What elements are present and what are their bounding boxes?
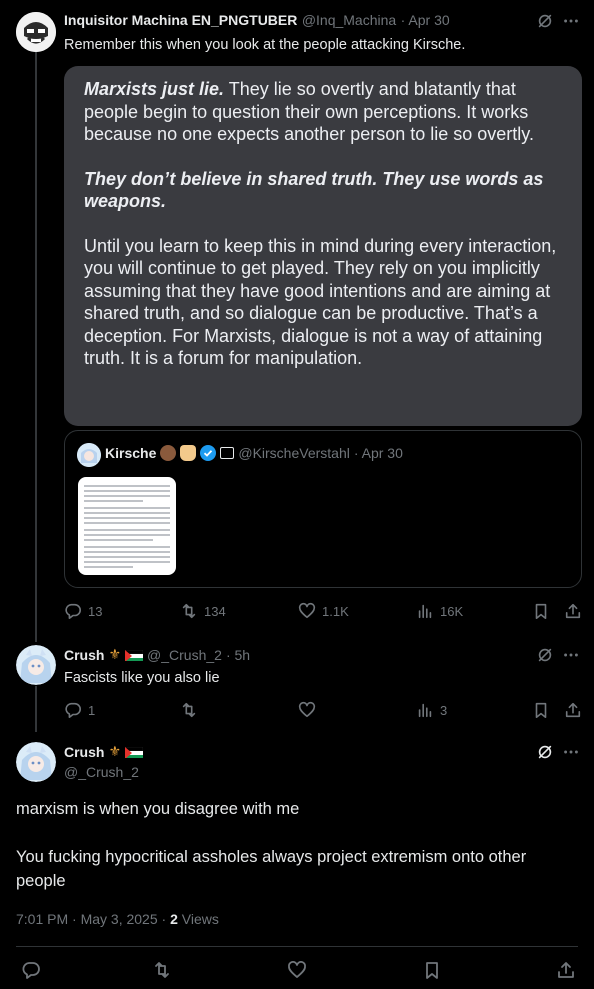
repost-icon [182,702,196,718]
views-icon [418,703,432,718]
avatar[interactable] [16,12,56,52]
repost-icon [182,603,196,619]
author-name[interactable]: Inquisitor Machina EN_PNGTUBER [64,12,297,28]
share-button[interactable] [564,701,582,724]
views-count: 2 [170,911,178,927]
quoted-avatar [77,443,101,467]
share-button[interactable] [556,960,576,985]
reply-button[interactable] [21,960,41,985]
affiliate-badge-icon [220,447,235,459]
repost-icon [155,962,169,978]
repost-button[interactable]: 134 [180,602,226,620]
views-button[interactable]: 16K [416,602,463,620]
image-text: Marxists just lie. They lie so overtly a… [84,78,574,370]
rebel-alliance-emoji: ⚜ [108,743,122,759]
cupcake-emoji [180,445,197,461]
reply-button[interactable]: 1 [64,701,95,719]
tweet-text: Remember this when you look at the peopl… [64,37,466,53]
coconut-emoji [160,445,177,461]
share-icon [565,702,581,718]
divider [16,946,578,947]
reply-icon [65,603,81,620]
views-button[interactable]: 3 [416,701,447,719]
tweet-meta: 7:01 PM · May 3, 2025 · 2 Views [16,911,219,927]
bookmark-icon [535,603,547,620]
tweet-date[interactable]: · Apr 30 [401,12,450,28]
main-tweet-text: marxism is when you disagree with me You… [16,797,578,893]
image-paragraph-3: Until you learn to keep this in mind dur… [84,235,557,369]
bookmark-button[interactable] [532,602,550,625]
tweet-timestamp[interactable]: 7:01 PM · May 3, 2025 · [16,911,170,927]
repost-button[interactable] [152,960,172,985]
reply-count: 13 [88,603,103,619]
tweet-image[interactable]: Marxists just lie. They lie so overtly a… [64,66,582,426]
quoted-author-name: Kirsche [105,445,157,461]
bookmark-button[interactable] [422,960,442,985]
palestine-flag-emoji [125,649,144,661]
more-icon[interactable] [562,743,580,766]
more-icon[interactable] [562,646,580,669]
author-handle[interactable]: @_Crush_2 [147,647,222,663]
grok-icon[interactable] [536,743,554,766]
share-icon [558,962,574,978]
repost-button[interactable] [180,701,198,719]
views-count: 16K [440,603,464,619]
thread-line [35,52,37,642]
rebel-alliance-emoji: ⚜ [108,646,122,662]
thread-line [35,686,37,732]
reply-icon [22,962,40,979]
share-button[interactable] [564,602,582,625]
like-icon [288,961,306,978]
quoted-document-thumbnail [78,477,176,575]
repost-count: 134 [204,603,226,619]
views-label: Views [177,911,219,927]
bookmark-icon [535,702,547,719]
image-paragraph-2: They don’t believe in shared truth. They… [84,168,544,212]
bookmark-button[interactable] [532,701,550,724]
image-paragraph-1-bold: Marxists just lie. [84,79,225,99]
share-icon [565,603,581,619]
palestine-flag-emoji [125,746,144,758]
views-count: 3 [440,702,448,718]
like-button[interactable]: 1.1K [298,602,349,620]
verified-icon [200,445,217,461]
reply-count: 1 [88,702,96,718]
tweet-date[interactable]: · 5h [226,647,250,663]
author-name[interactable]: Crush [64,744,104,760]
reply-icon [65,702,81,719]
main-tweet-line-2: You fucking hypocritical assholes always… [16,848,527,890]
grok-icon[interactable] [536,12,554,35]
tweet-text: Fascists like you also lie [64,670,220,686]
like-icon [298,701,316,718]
main-tweet-line-1: marxism is when you disagree with me [16,800,300,818]
avatar[interactable] [16,742,56,782]
author-name[interactable]: Crush [64,647,104,663]
grok-icon[interactable] [536,646,554,669]
quoted-date: · Apr 30 [353,445,403,461]
avatar[interactable] [16,645,56,685]
reply-button[interactable]: 13 [64,602,102,620]
more-icon[interactable] [562,12,580,35]
author-handle[interactable]: @Inq_Machina [302,12,396,28]
quoted-author-handle: @KirscheVerstahl [238,445,350,461]
like-count: 1.1K [322,603,349,619]
quoted-tweet[interactable]: Kirsche @KirscheVerstahl · Apr 30 [64,430,582,588]
like-icon [298,602,316,619]
author-handle[interactable]: @_Crush_2 [64,764,139,780]
views-icon [418,604,432,619]
like-button[interactable] [298,701,316,719]
like-button[interactable] [287,960,307,985]
bookmark-icon [426,962,438,979]
